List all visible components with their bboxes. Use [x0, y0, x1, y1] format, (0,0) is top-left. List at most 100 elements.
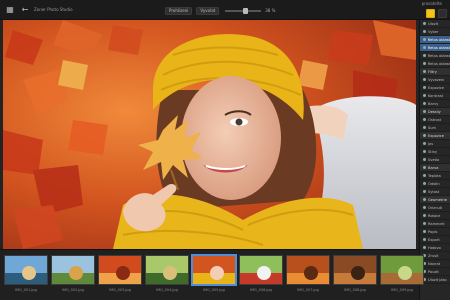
panel-item[interactable]: Sum — [420, 124, 450, 132]
panel-item-icon — [423, 182, 426, 185]
panel-item-label: Ostrost — [428, 117, 441, 122]
panel-item[interactable]: Sytost — [420, 188, 450, 196]
thumbnail-label: IMG_004.jpg — [156, 288, 178, 292]
thumbnail-image — [99, 256, 141, 284]
panel-item[interactable]: Vyber — [420, 28, 450, 36]
thumbnail-image — [334, 256, 376, 284]
panel-item[interactable]: Retus oblast — [420, 44, 450, 52]
zoom-slider[interactable] — [225, 7, 262, 14]
panel-item-label: Ulozit jako — [428, 277, 447, 282]
thumbnail-label: IMG_005.jpg — [203, 288, 225, 292]
panel-item[interactable]: Ostrost — [420, 116, 450, 124]
photo-preview[interactable] — [3, 20, 416, 249]
thumbnail-label: IMG_007.jpg — [297, 288, 319, 292]
develop-mode-button[interactable]: Vyvolat — [196, 6, 220, 15]
view-mode-button[interactable]: Prohlizeni — [165, 6, 193, 15]
thumbnail-image — [381, 256, 423, 284]
panel-item-label: Retus oblast — [427, 45, 450, 50]
panel-item[interactable]: Teplota — [420, 172, 450, 180]
thumbnail[interactable] — [380, 255, 424, 285]
panel-item-label: Teplota — [428, 173, 441, 178]
panel-item[interactable]: Pouzit — [420, 268, 450, 276]
panel-item-label: Retus oblast — [427, 53, 450, 58]
panel-item[interactable]: Export — [420, 236, 450, 244]
thumbnail-image — [287, 256, 329, 284]
thumbnail-image — [240, 256, 282, 284]
panel-item[interactable]: Kontrast — [420, 92, 450, 100]
panel-item[interactable]: Rotace — [420, 212, 450, 220]
thumbnail[interactable] — [51, 255, 95, 285]
panel-item[interactable]: Filtry — [420, 68, 450, 76]
panel-item-label: Export — [428, 237, 440, 242]
panel-item-icon — [423, 62, 426, 65]
panel-item[interactable]: Svetla — [420, 156, 450, 164]
panel-item[interactable]: Ulozit — [420, 20, 450, 28]
panel-item[interactable]: Ramecek — [420, 220, 450, 228]
thumbnail-label: IMG_001.jpg — [15, 288, 37, 292]
panel-item[interactable]: Popis — [420, 228, 450, 236]
thumbnail-image — [5, 256, 47, 284]
panel-item-icon — [423, 102, 426, 105]
panel-item-label: Navrat — [428, 261, 441, 266]
panel-item[interactable]: Expozice — [420, 84, 450, 92]
panel-item-label: Pouzit — [428, 269, 439, 274]
back-icon[interactable]: ← — [20, 5, 30, 15]
panel-item-label: Retus oblast — [427, 37, 450, 42]
panel-item[interactable]: Barvy — [420, 100, 450, 108]
panel-item[interactable]: Retus oblast — [420, 52, 450, 60]
thumbnail-image — [52, 256, 94, 284]
panel-item[interactable]: Zrusit — [420, 252, 450, 260]
panel-item-icon — [423, 158, 426, 161]
panel-item-icon — [423, 214, 426, 217]
panel-item-label: Odstin — [428, 181, 440, 186]
panel-item-icon — [423, 166, 426, 169]
window-buttons — [426, 9, 447, 18]
grid-view-icon[interactable]: ▦ — [5, 5, 15, 15]
panel-item-label: Sum — [428, 125, 437, 130]
zoom-slider-knob[interactable] — [243, 7, 249, 14]
panel-item[interactable]: Geometrie — [420, 196, 450, 204]
panel-item-label: Oriznuti — [428, 205, 443, 210]
zoom-level: 38 % — [265, 8, 276, 13]
thumbnail[interactable] — [145, 255, 189, 285]
thumbnail-label: IMG_002.jpg — [62, 288, 84, 292]
thumbnail-image — [193, 256, 235, 284]
panel-item-icon — [423, 110, 426, 113]
thumbnail[interactable] — [4, 255, 48, 285]
brand-label: prosatelte — [421, 1, 442, 6]
panel-item-label: Barvy — [428, 101, 439, 106]
panel-item-label: Filtry — [428, 69, 437, 74]
panel-item[interactable]: Navrat — [420, 260, 450, 268]
panel-item-icon — [423, 238, 426, 241]
panel-item[interactable]: Expozice — [420, 132, 450, 140]
panel-item-icon — [423, 230, 426, 233]
thumbnail[interactable] — [98, 255, 142, 285]
thumbnail[interactable] — [239, 255, 283, 285]
thumbnail[interactable] — [286, 255, 330, 285]
panel-item[interactable]: Stiny — [420, 148, 450, 156]
thumbnail-image — [146, 256, 188, 284]
thumbnail[interactable] — [333, 255, 377, 285]
thumbnail[interactable] — [191, 254, 237, 286]
panel-item-label: Kontrast — [428, 93, 444, 98]
panel-item-icon — [423, 134, 426, 137]
panel-item[interactable]: Hotovo — [420, 244, 450, 252]
panel-item[interactable]: Odstin — [420, 180, 450, 188]
view-controls: Prohlizeni Vyvolat 38 % — [165, 6, 275, 15]
panel-item[interactable]: Ulozit jako — [420, 276, 450, 284]
panel-item-label: Stiny — [428, 149, 438, 154]
panel-item-icon — [423, 78, 426, 81]
panel-item-icon — [423, 118, 426, 121]
panel-item-icon — [423, 142, 426, 145]
panel-item[interactable]: Vyvazeni — [420, 76, 450, 84]
settings-icon[interactable] — [438, 9, 447, 18]
panel-item-label: Popis — [428, 229, 438, 234]
panel-item[interactable]: Jas — [420, 140, 450, 148]
panel-item[interactable]: Barva — [420, 164, 450, 172]
panel-item[interactable]: Retus oblast — [420, 36, 450, 44]
panel-item-icon — [423, 198, 426, 201]
panel-item[interactable]: Detaily — [420, 108, 450, 116]
help-icon[interactable] — [426, 9, 435, 18]
panel-item[interactable]: Retus oblast — [420, 60, 450, 68]
panel-item[interactable]: Oriznuti — [420, 204, 450, 212]
